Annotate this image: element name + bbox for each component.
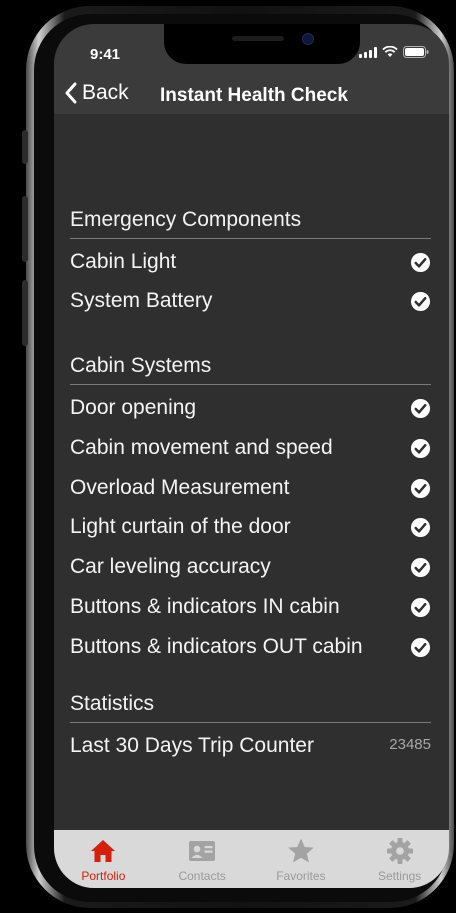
item-label: Cabin movement and speed bbox=[70, 436, 333, 459]
trip-counter-value: 23485 bbox=[389, 736, 431, 753]
health-check-list: Emergency Components Cabin Light System … bbox=[54, 114, 449, 830]
tab-settings[interactable]: Settings bbox=[350, 830, 449, 888]
check-circle-icon bbox=[410, 438, 431, 459]
phone-screen: 9:41 Back Instant Health Check Emergency… bbox=[54, 24, 449, 888]
check-circle-icon bbox=[410, 252, 431, 273]
check-circle-icon bbox=[410, 557, 431, 578]
item-label: System Battery bbox=[70, 289, 213, 312]
item-label: Door opening bbox=[70, 396, 197, 419]
check-circle-icon bbox=[410, 517, 431, 538]
item-label: Buttons & indicators OUT cabin bbox=[70, 635, 363, 658]
item-label: Cabin Light bbox=[70, 250, 177, 273]
volume-up-button bbox=[22, 196, 28, 262]
status-icons bbox=[359, 46, 429, 58]
battery-icon bbox=[403, 46, 429, 58]
section-header-emergency: Emergency Components bbox=[70, 208, 431, 239]
check-circle-icon bbox=[410, 597, 431, 618]
item-label: Buttons & indicators IN cabin bbox=[70, 595, 340, 618]
check-circle-icon bbox=[410, 398, 431, 419]
tab-label: Contacts bbox=[178, 869, 226, 883]
page-title: Instant Health Check bbox=[160, 85, 348, 106]
home-icon bbox=[91, 840, 116, 862]
volume-down-button bbox=[22, 280, 28, 346]
item-label: Light curtain of the door bbox=[70, 515, 291, 538]
check-circle-icon bbox=[410, 291, 431, 312]
item-label: Car leveling accuracy bbox=[70, 555, 271, 578]
list-item: Cabin Light bbox=[70, 250, 431, 280]
speaker-grille bbox=[232, 36, 284, 41]
check-circle-icon bbox=[410, 478, 431, 499]
list-item: Car leveling accuracy bbox=[70, 555, 431, 585]
tab-portfolio[interactable]: Portfolio bbox=[54, 830, 153, 888]
chevron-left-icon bbox=[65, 82, 77, 104]
tab-label: Portfolio bbox=[81, 869, 126, 883]
wifi-icon bbox=[382, 46, 398, 57]
tab-label: Settings bbox=[377, 869, 422, 883]
list-item: Cabin movement and speed bbox=[70, 436, 431, 466]
section-header-statistics: Statistics bbox=[70, 692, 431, 723]
list-item: Overload Measurement bbox=[70, 476, 431, 506]
notch bbox=[164, 24, 360, 64]
back-button-label: Back bbox=[82, 81, 129, 104]
list-item: Buttons & indicators IN cabin bbox=[70, 595, 431, 625]
gear-icon bbox=[386, 838, 413, 864]
mute-switch bbox=[22, 130, 28, 164]
list-item: Buttons & indicators OUT cabin bbox=[70, 635, 431, 665]
list-item: Light curtain of the door bbox=[70, 515, 431, 545]
contact-card-icon bbox=[189, 841, 216, 861]
front-camera bbox=[302, 33, 314, 45]
item-label: Last 30 Days Trip Counter bbox=[70, 734, 314, 757]
back-button[interactable]: Back bbox=[64, 81, 129, 105]
check-circle-icon bbox=[410, 637, 431, 658]
list-item: Last 30 Days Trip Counter 23485 bbox=[70, 734, 431, 764]
status-time: 9:41 bbox=[90, 46, 121, 63]
list-item: Door opening bbox=[70, 396, 431, 426]
cellular-signal-icon bbox=[359, 46, 377, 58]
section-header-cabin-systems: Cabin Systems bbox=[70, 354, 431, 385]
item-label: Overload Measurement bbox=[70, 476, 290, 499]
star-icon bbox=[288, 838, 314, 863]
tab-contacts[interactable]: Contacts bbox=[153, 830, 252, 888]
navigation-bar: Back Instant Health Check bbox=[54, 74, 449, 116]
list-item: System Battery bbox=[70, 289, 431, 319]
tab-label: Favorites bbox=[276, 869, 326, 883]
tab-favorites[interactable]: Favorites bbox=[252, 830, 351, 888]
tab-bar: Portfolio Contacts Favorites Settings bbox=[54, 830, 449, 888]
